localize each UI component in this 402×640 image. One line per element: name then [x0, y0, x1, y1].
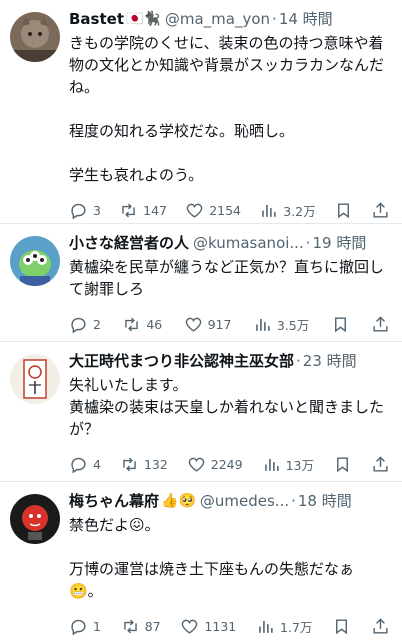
retweet-icon	[125, 317, 139, 331]
reply-button[interactable]: 1	[69, 617, 101, 636]
action-bar: 1 87 1131 1.7万	[69, 608, 392, 640]
display-name[interactable]: 小さな経営者の人	[69, 232, 189, 254]
tweet[interactable]: 大正時代まつり非公認神主巫女部 · 23 時間 失礼いたします。 黄櫨染の装束は…	[0, 342, 402, 482]
tweet-text: 黄櫨染を民草が纏うなど正気か？直ちに撤回して謝罪しろ	[69, 258, 385, 298]
retweet-icon	[123, 619, 137, 633]
views-button[interactable]: 1.7万	[256, 617, 312, 636]
views-icon	[264, 458, 279, 471]
bookmark-button[interactable]	[333, 455, 352, 474]
tweet-text: きもの学院のくせに、装束の色の持つ意味や着物の文化とか知識や背景がスッカラカンな…	[69, 34, 385, 184]
timestamp[interactable]: 23 時間	[303, 350, 357, 372]
avatar[interactable]	[10, 12, 60, 62]
reply-icon	[71, 317, 86, 333]
share-icon	[373, 455, 388, 472]
reply-count: 2	[93, 316, 101, 332]
like-count: 2249	[210, 456, 243, 472]
tweet[interactable]: 梅ちゃん幕府 👍🥺 @umedes... · 18 時間 禁色だよ😖。 万博の運…	[0, 482, 402, 640]
share-icon	[373, 201, 388, 218]
share-button[interactable]	[371, 617, 390, 636]
retweet-button[interactable]: 87	[121, 617, 161, 636]
retweet-button[interactable]: 147	[119, 201, 167, 220]
avatar[interactable]	[10, 354, 60, 404]
action-bar: 3 147 2154 3.2万	[69, 192, 392, 228]
name-emoji: 👍🥺	[161, 493, 196, 509]
like-button[interactable]: 917	[184, 315, 232, 334]
bookmark-button[interactable]	[331, 315, 350, 334]
action-bar: 2 46 917 3.5万	[69, 306, 392, 342]
views-button[interactable]: 3.5万	[253, 315, 309, 334]
tweet[interactable]: Bastet 🇯🇵🐈‍⬛ @ma_ma_yon · 14 時間 きもの学院のくせ…	[0, 0, 402, 224]
avatar[interactable]	[10, 236, 60, 286]
views-icon	[262, 204, 276, 217]
views-icon	[256, 318, 270, 331]
separator-dot: ·	[291, 492, 296, 510]
views-button[interactable]: 3.2万	[259, 201, 316, 220]
tweet[interactable]: 小さな経営者の人 @kumasanoi... · 19 時間 黄櫨染を民草が纏う…	[0, 224, 402, 342]
retweet-count: 87	[144, 618, 161, 634]
retweet-button[interactable]: 132	[120, 455, 168, 474]
user-handle[interactable]: @umedes...	[200, 490, 289, 512]
like-count: 1131	[204, 618, 237, 634]
display-name[interactable]: Bastet	[69, 8, 124, 30]
bookmark-icon	[337, 456, 348, 472]
retweet-count: 132	[143, 456, 168, 472]
timestamp[interactable]: 19 時間	[313, 232, 367, 254]
like-icon	[182, 619, 198, 634]
retweet-count: 147	[143, 202, 167, 218]
avatar[interactable]	[10, 494, 60, 544]
bookmark-button[interactable]	[334, 201, 353, 220]
bookmark-button[interactable]	[332, 617, 351, 636]
retweet-icon	[123, 457, 136, 471]
retweet-icon	[122, 203, 135, 217]
like-count: 2154	[209, 202, 241, 218]
reply-icon	[71, 619, 86, 635]
tweet-text: 禁色だよ😖。 万博の運営は焼き土下座もんの失態だなぁ 😬。	[69, 516, 355, 600]
reply-icon	[71, 457, 86, 473]
like-button[interactable]: 2154	[185, 201, 241, 220]
reply-feed: Bastet 🇯🇵🐈‍⬛ @ma_ma_yon · 14 時間 きもの学院のくせ…	[0, 0, 402, 640]
share-icon	[373, 315, 388, 332]
like-icon	[188, 457, 205, 472]
like-icon	[186, 203, 203, 218]
reply-button[interactable]: 3	[69, 201, 101, 220]
bookmark-icon	[336, 618, 348, 634]
timestamp[interactable]: 14 時間	[279, 8, 333, 30]
views-count: 13万	[285, 457, 314, 473]
bookmark-icon	[337, 202, 349, 218]
views-count: 3.2万	[283, 203, 316, 219]
like-button[interactable]: 1131	[180, 617, 236, 636]
user-handle[interactable]: @kumasanoi...	[193, 232, 304, 254]
like-icon	[185, 317, 201, 332]
share-icon	[373, 617, 388, 634]
like-button[interactable]: 2249	[187, 455, 243, 474]
timestamp[interactable]: 18 時間	[298, 490, 352, 512]
share-button[interactable]	[371, 201, 390, 220]
reply-count: 1	[93, 618, 101, 634]
user-handle[interactable]: @ma_ma_yon	[165, 8, 270, 30]
separator-dot: ·	[272, 10, 277, 28]
retweet-count: 46	[146, 316, 163, 332]
name-emoji: 🇯🇵🐈‍⬛	[126, 11, 161, 27]
views-icon	[259, 620, 273, 633]
share-button[interactable]	[371, 455, 390, 474]
reply-count: 3	[93, 202, 101, 218]
views-count: 3.5万	[276, 317, 310, 333]
views-count: 1.7万	[280, 619, 313, 635]
bookmark-icon	[334, 316, 346, 332]
tweet-text: 失礼いたします。 黄櫨染の装束は天皇しか着れないと聞きましたが？	[69, 376, 385, 438]
reply-button[interactable]: 4	[69, 455, 101, 474]
reply-button[interactable]: 2	[69, 315, 101, 334]
display-name[interactable]: 大正時代まつり非公認神主巫女部	[69, 350, 294, 372]
like-count: 917	[207, 316, 232, 332]
reply-icon	[71, 203, 86, 219]
share-button[interactable]	[371, 315, 390, 334]
display-name[interactable]: 梅ちゃん幕府	[69, 490, 159, 512]
action-bar: 4 132 2249 13万	[69, 446, 392, 482]
separator-dot: ·	[296, 352, 301, 370]
views-button[interactable]: 13万	[262, 455, 314, 474]
retweet-button[interactable]: 46	[122, 315, 162, 334]
reply-count: 4	[93, 456, 101, 472]
separator-dot: ·	[305, 234, 311, 252]
